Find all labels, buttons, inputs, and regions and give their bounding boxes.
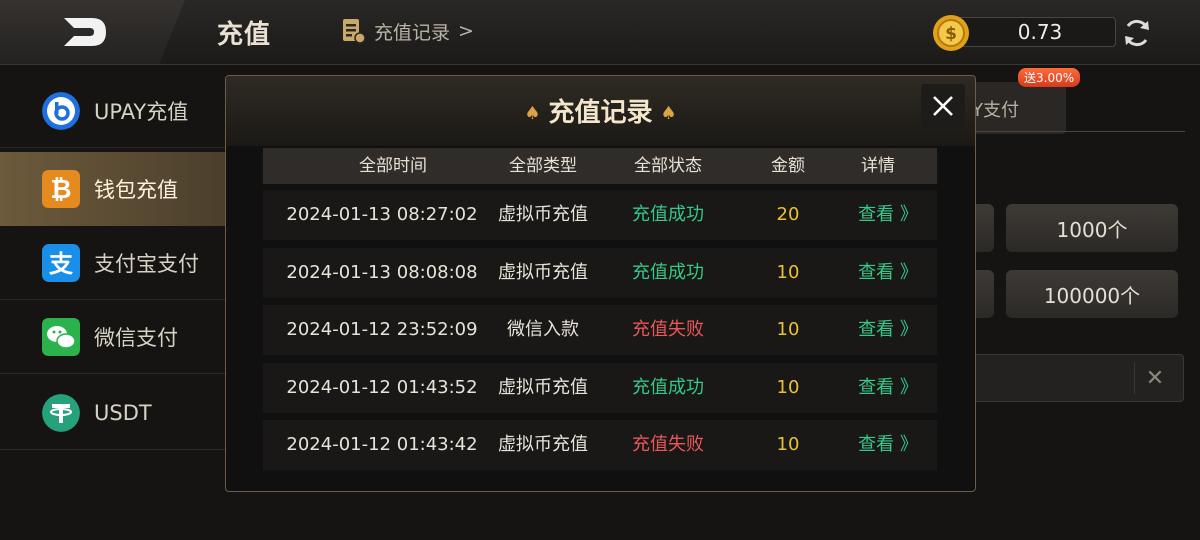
table-row: 2024-01-13 08:08:08 虚拟币充值 充值成功 10 查看 》: [263, 248, 937, 298]
table-row: 2024-01-12 01:43:42 虚拟币充值 充值失败 10 查看 》: [263, 420, 937, 470]
upay-icon: [42, 91, 80, 130]
bitcoin-icon: ₿: [42, 170, 80, 208]
top-bar: 充值 充值记录 > 0.73 $: [0, 0, 1200, 65]
wechat-icon: [42, 317, 80, 356]
recharge-records-dialog: ♠ 充值记录 ♠ 全部时间 全部类型 全部状态 金额 详情 2024-01-13 0…: [225, 75, 976, 492]
page-title: 充值: [217, 20, 272, 50]
balance-display: 0.73: [950, 17, 1116, 47]
payment-channel-tab-label: Y支付: [972, 100, 1019, 121]
amount-option-100000[interactable]: 100000个: [1006, 270, 1178, 318]
svg-text:支: 支: [49, 250, 74, 278]
alipay-icon: 支: [42, 243, 80, 282]
row-amount: 10: [776, 319, 800, 340]
amount-option-label: 1000个: [1056, 217, 1128, 242]
amount-option-label: 100000个: [1043, 283, 1141, 308]
amount-option-1000[interactable]: 1000个: [1006, 204, 1178, 252]
row-time: 2024-01-13 08:27:02: [286, 204, 478, 225]
dialog-header: ♠ 充值记录 ♠: [226, 76, 975, 146]
sidebar-item-wallet[interactable]: ₿ 钱包充值: [0, 152, 225, 226]
bonus-badge: 送3.00%: [1018, 68, 1081, 87]
row-type: 虚拟币充值: [498, 377, 588, 398]
tether-icon: [42, 393, 80, 432]
row-type: 微信入款: [507, 319, 579, 340]
sidebar-item-usdt[interactable]: USDT: [0, 376, 225, 450]
row-type: 虚拟币充值: [498, 204, 588, 225]
row-type: 虚拟币充值: [498, 262, 588, 283]
row-type: 虚拟币充值: [498, 434, 588, 455]
row-status: 充值成功: [632, 377, 704, 398]
row-status: 充值成功: [632, 262, 704, 283]
sidebar-item-wechat[interactable]: 微信支付: [0, 300, 225, 374]
row-time: 2024-01-12 01:43:52: [286, 377, 478, 398]
table-row: 2024-01-13 08:27:02 虚拟币充值 充值成功 20 查看 》: [263, 190, 937, 240]
balance-value: 0.73: [1017, 20, 1063, 44]
sidebar-item-label: 微信支付: [94, 325, 178, 350]
recharge-records-link[interactable]: 充值记录 >: [340, 16, 474, 46]
row-time: 2024-01-12 23:52:09: [286, 319, 478, 340]
table-row: 2024-01-12 01:43:52 虚拟币充值 充值成功 10 查看 》: [263, 363, 937, 413]
close-icon: [933, 96, 953, 116]
payment-method-sidebar: UPAY充值 ₿ 钱包充值 支 支付宝支付 微信支付 USDT: [0, 66, 225, 540]
view-detail-link[interactable]: 查看 》: [833, 420, 943, 470]
view-detail-link[interactable]: 查看 》: [833, 305, 943, 355]
column-detail: 详情: [861, 156, 895, 176]
view-detail-link[interactable]: 查看 》: [833, 190, 943, 240]
row-amount: 10: [776, 434, 800, 455]
view-detail-link[interactable]: 查看 》: [833, 363, 943, 413]
dialog-title-wrap: ♠ 充值记录 ♠: [226, 92, 975, 129]
row-time: 2024-01-12 01:43:42: [286, 434, 478, 455]
records-icon: [343, 19, 366, 44]
sidebar-item-alipay[interactable]: 支 支付宝支付: [0, 226, 225, 300]
records-link-label: 充值记录: [374, 21, 451, 44]
sidebar-item-upay[interactable]: UPAY充值: [0, 74, 225, 148]
filter-time[interactable]: 全部时间: [303, 148, 483, 184]
clear-icon[interactable]: ✕: [1134, 362, 1175, 394]
chevron-right-icon: >: [458, 20, 474, 42]
row-time: 2024-01-13 08:08:08: [286, 262, 478, 283]
svg-text:$: $: [945, 24, 957, 44]
sidebar-item-label: UPAY充值: [94, 99, 189, 124]
records-table-header: 全部时间 全部类型 全部状态 金额 详情: [263, 148, 937, 184]
dialog-title: 充值记录: [548, 98, 653, 128]
row-amount: 20: [776, 204, 800, 225]
row-amount: 10: [776, 262, 800, 283]
row-status: 充值成功: [632, 204, 704, 225]
refresh-icon[interactable]: [1120, 16, 1154, 50]
gold-coin-icon: $: [933, 15, 969, 51]
back-icon[interactable]: [58, 14, 110, 50]
row-amount: 10: [776, 377, 800, 398]
row-status: 充值失败: [632, 434, 704, 455]
close-button[interactable]: [921, 84, 965, 128]
table-row: 2024-01-12 23:52:09 微信入款 充值失败 10 查看 》: [263, 305, 937, 355]
sidebar-item-label: 支付宝支付: [94, 251, 199, 276]
spade-icon: ♠: [660, 103, 677, 124]
filter-type[interactable]: 全部类型: [473, 148, 613, 184]
view-detail-link[interactable]: 查看 》: [833, 248, 943, 298]
sidebar-item-label: USDT: [94, 400, 152, 425]
row-status: 充值失败: [632, 319, 704, 340]
divider: [975, 131, 1185, 132]
filter-status[interactable]: 全部状态: [598, 148, 738, 184]
svg-text:₿: ₿: [50, 175, 71, 205]
spade-icon: ♠: [524, 103, 541, 124]
sidebar-item-label: 钱包充值: [94, 178, 178, 202]
